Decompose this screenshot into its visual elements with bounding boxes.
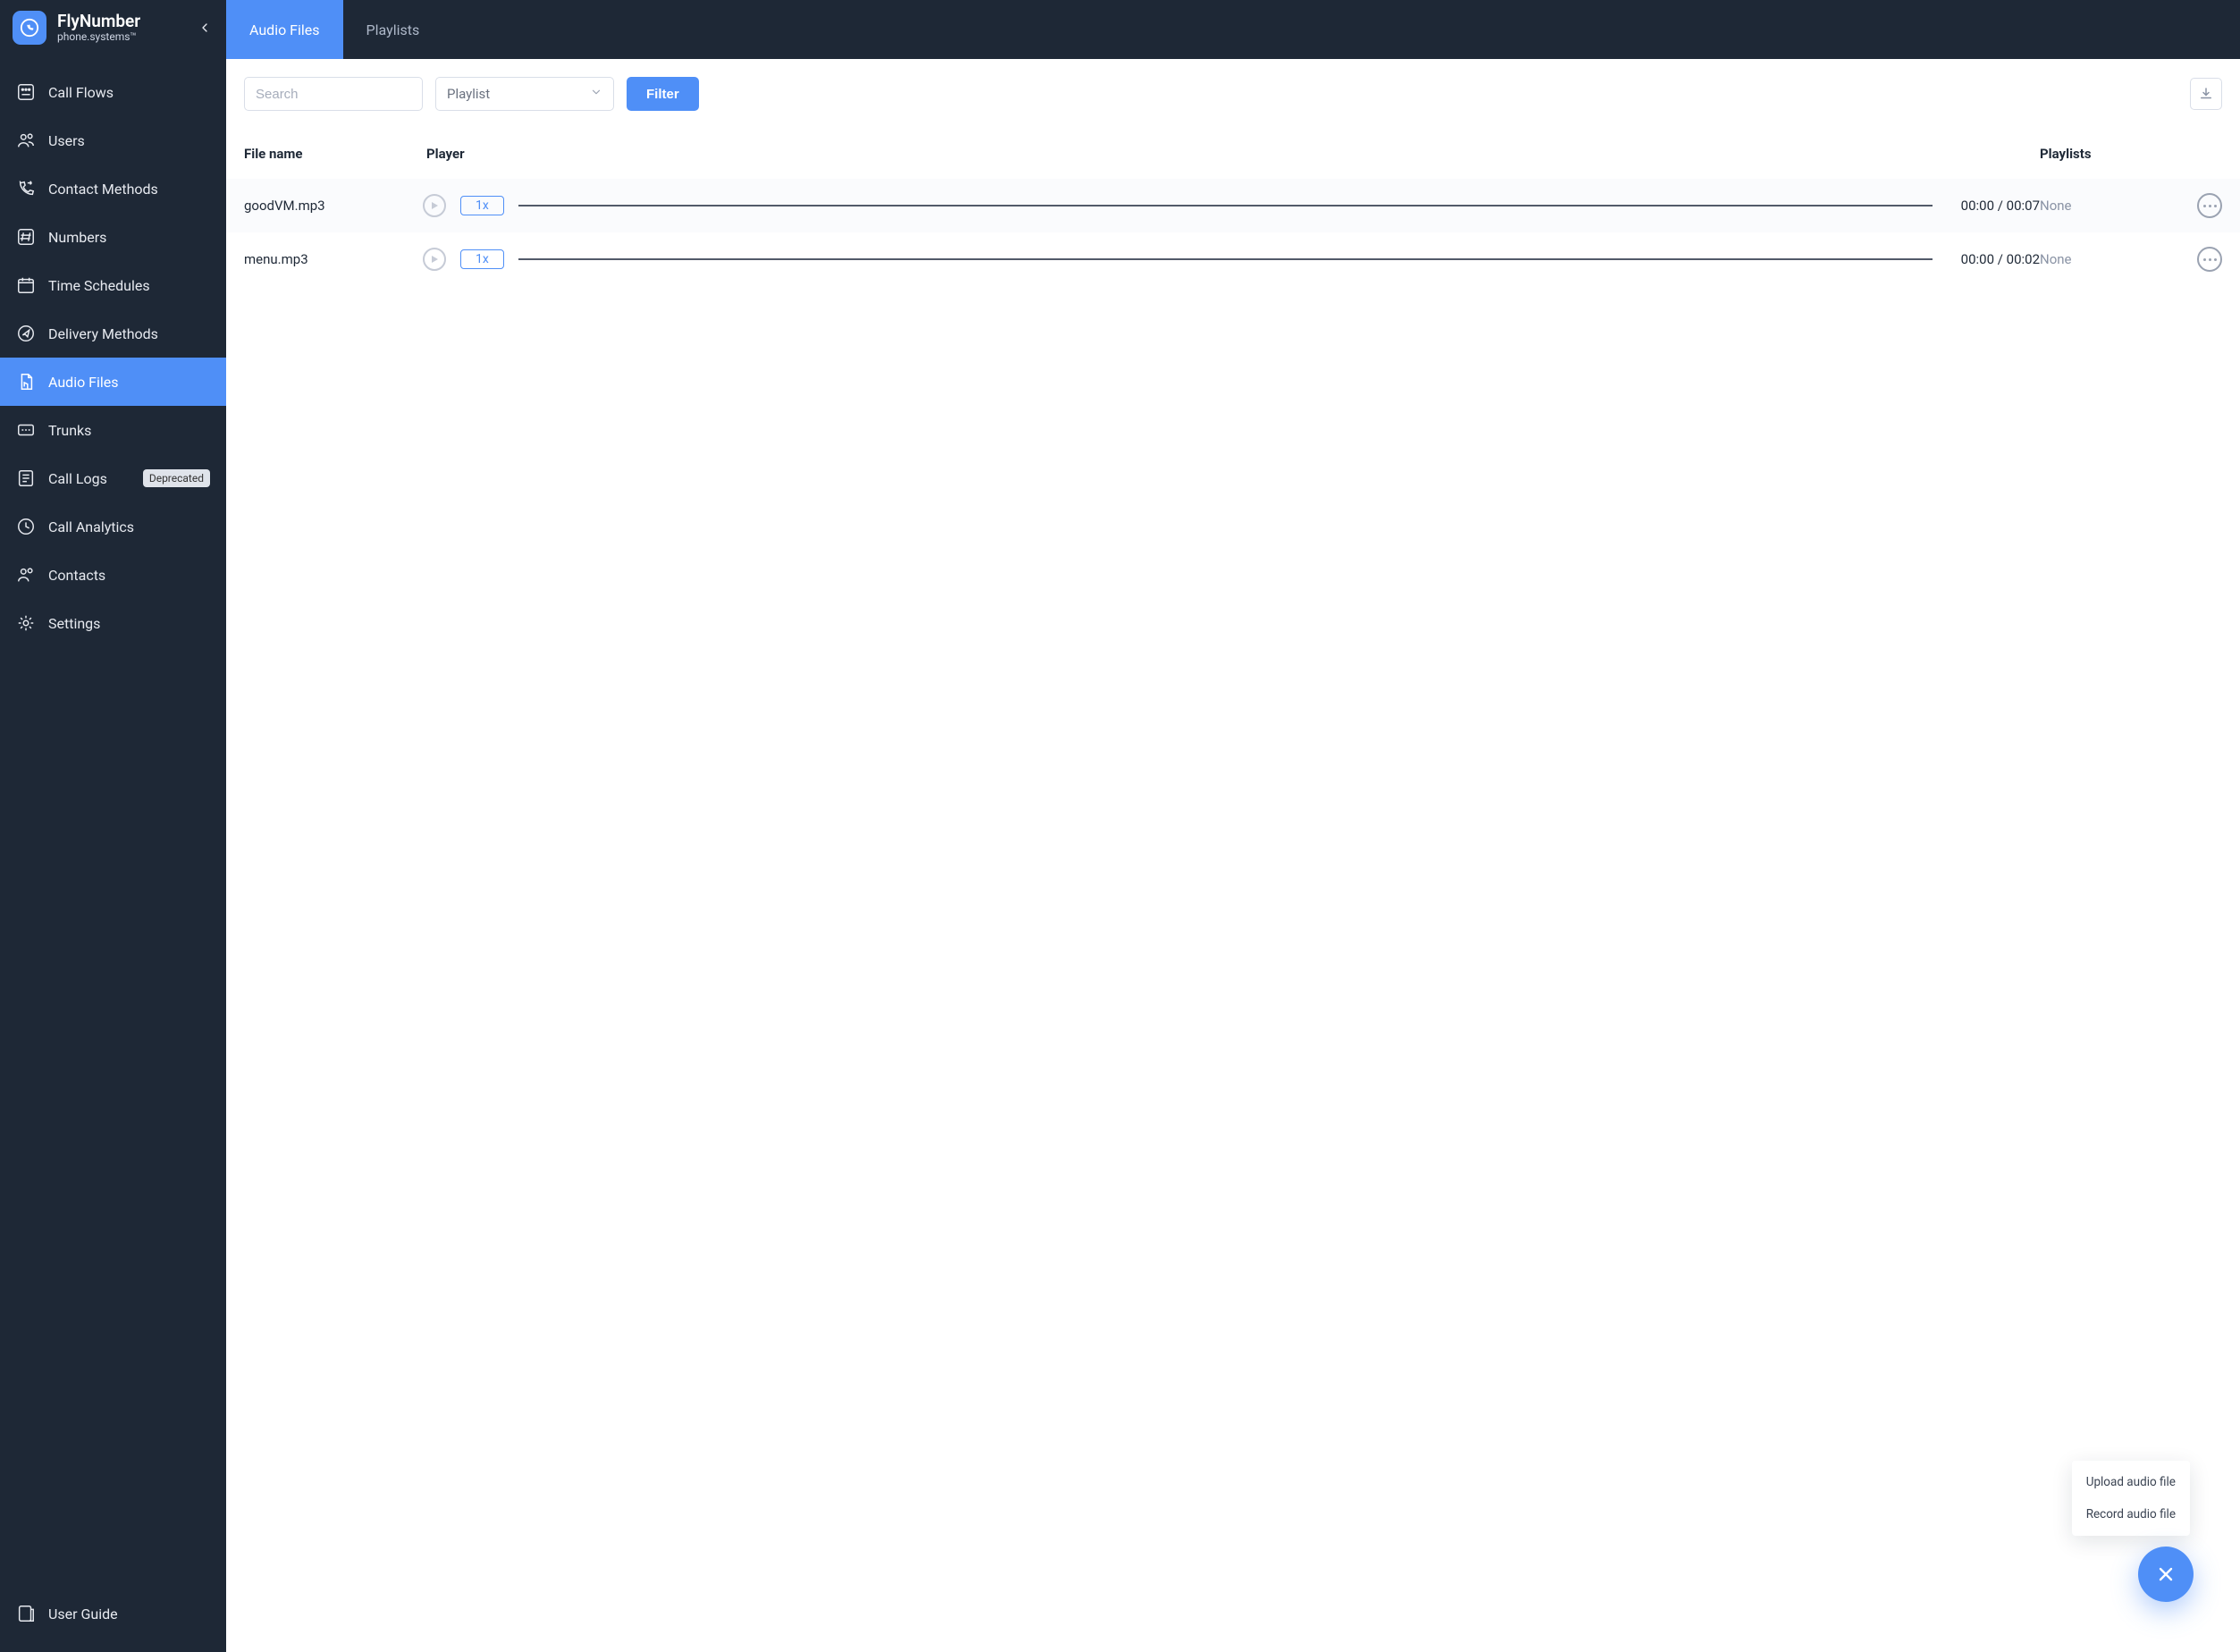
time-display: 00:00 / 00:02 (1947, 251, 2040, 267)
phone-icon (20, 18, 39, 38)
gear-icon (16, 613, 36, 633)
chevron-down-icon (590, 86, 602, 102)
sidebar-item-call-logs[interactable]: Call Logs Deprecated (0, 454, 226, 502)
player-cell: 1x 00:00 / 00:07 (423, 194, 2040, 217)
player-cell: 1x 00:00 / 00:02 (423, 248, 2040, 271)
progress-bar[interactable] (518, 258, 1933, 260)
sidebar-item-audio-files[interactable]: Audio Files (0, 358, 226, 406)
col-playlists: Playlists (2040, 146, 2165, 162)
table-header: File name Player Playlists (226, 129, 2240, 179)
brand-logo (13, 11, 46, 45)
flow-icon (16, 82, 36, 102)
top-tabs: Audio Files Playlists (226, 0, 2240, 59)
file-name-cell: menu.mp3 (244, 251, 423, 267)
filter-button[interactable]: Filter (627, 77, 699, 111)
file-name-cell: goodVM.mp3 (244, 198, 423, 214)
sidebar-item-label: Time Schedules (48, 277, 210, 294)
sidebar-item-label: Contact Methods (48, 181, 210, 198)
hash-icon (16, 227, 36, 247)
sidebar: FlyNumber phone.systems™ Call Flows User… (0, 0, 226, 1652)
sidebar-nav: Call Flows Users Contact Methods Numbers… (0, 55, 226, 1589)
playlist-cell: None (2040, 251, 2165, 267)
progress-bar[interactable] (518, 205, 1933, 206)
sidebar-item-label: Audio Files (48, 374, 210, 391)
sidebar-collapse-button[interactable] (192, 15, 217, 40)
toolbar: Playlist Filter (226, 59, 2240, 129)
chevron-left-icon (198, 21, 212, 35)
play-icon (430, 201, 439, 210)
sidebar-item-contacts[interactable]: Contacts (0, 551, 226, 599)
send-icon (16, 324, 36, 343)
sidebar-item-label: Call Logs (48, 470, 131, 487)
sidebar-item-call-flows[interactable]: Call Flows (0, 68, 226, 116)
sidebar-item-time-schedules[interactable]: Time Schedules (0, 261, 226, 309)
sidebar-item-label: Call Analytics (48, 518, 210, 535)
tab-audio-files[interactable]: Audio Files (226, 0, 343, 59)
record-audio-file-option[interactable]: Record audio file (2072, 1498, 2190, 1530)
sidebar-item-user-guide[interactable]: User Guide (0, 1589, 226, 1638)
deprecated-badge: Deprecated (143, 469, 210, 487)
play-button[interactable] (423, 194, 446, 217)
download-icon (2198, 86, 2214, 102)
sidebar-item-call-analytics[interactable]: Call Analytics (0, 502, 226, 551)
sidebar-item-delivery-methods[interactable]: Delivery Methods (0, 309, 226, 358)
table-row: goodVM.mp3 1x 00:00 / 00:07 None (226, 179, 2240, 232)
audio-file-icon (16, 372, 36, 392)
close-icon (2155, 1564, 2177, 1585)
search-input[interactable] (244, 77, 423, 111)
sidebar-item-label: Delivery Methods (48, 325, 210, 342)
users-icon (16, 131, 36, 150)
phone-forward-icon (16, 179, 36, 198)
brand-title: FlyNumber (57, 12, 140, 31)
row-actions-button[interactable] (2197, 247, 2222, 272)
sidebar-item-contact-methods[interactable]: Contact Methods (0, 164, 226, 213)
calendar-icon (16, 275, 36, 295)
table-row: menu.mp3 1x 00:00 / 00:02 None (226, 232, 2240, 286)
list-icon (16, 468, 36, 488)
col-player: Player (423, 146, 2040, 162)
trunk-icon (16, 420, 36, 440)
contacts-icon (16, 565, 36, 585)
playlist-select[interactable]: Playlist (435, 77, 614, 111)
brand-row: FlyNumber phone.systems™ (0, 0, 226, 55)
guide-icon (16, 1604, 36, 1623)
sidebar-item-trunks[interactable]: Trunks (0, 406, 226, 454)
sidebar-item-numbers[interactable]: Numbers (0, 213, 226, 261)
fab-close-button[interactable] (2138, 1547, 2194, 1602)
sidebar-item-users[interactable]: Users (0, 116, 226, 164)
playlist-cell: None (2040, 198, 2165, 214)
time-display: 00:00 / 00:07 (1947, 198, 2040, 214)
sidebar-item-label: Contacts (48, 567, 210, 584)
playlist-select-value: Playlist (447, 86, 490, 102)
sidebar-item-label: Trunks (48, 422, 210, 439)
speed-toggle[interactable]: 1x (460, 196, 504, 215)
sidebar-item-label: User Guide (48, 1606, 210, 1622)
brand-subtitle: phone.systems™ (57, 31, 140, 44)
sidebar-item-settings[interactable]: Settings (0, 599, 226, 647)
sidebar-item-label: Numbers (48, 229, 210, 246)
play-button[interactable] (423, 248, 446, 271)
main: Audio Files Playlists Playlist Filter Fi… (226, 0, 2240, 1652)
speed-toggle[interactable]: 1x (460, 249, 504, 269)
sidebar-item-label: Call Flows (48, 84, 210, 101)
download-button[interactable] (2190, 78, 2222, 110)
sidebar-item-label: Settings (48, 615, 210, 632)
col-file-name: File name (244, 146, 423, 162)
sidebar-item-label: Users (48, 132, 210, 149)
tab-playlists[interactable]: Playlists (343, 0, 443, 59)
upload-audio-file-option[interactable]: Upload audio file (2072, 1466, 2190, 1498)
row-actions-button[interactable] (2197, 193, 2222, 218)
analytics-icon (16, 517, 36, 536)
content: Playlist Filter File name Player Playlis… (226, 59, 2240, 1652)
add-menu-popup: Upload audio file Record audio file (2072, 1461, 2190, 1536)
play-icon (430, 255, 439, 264)
